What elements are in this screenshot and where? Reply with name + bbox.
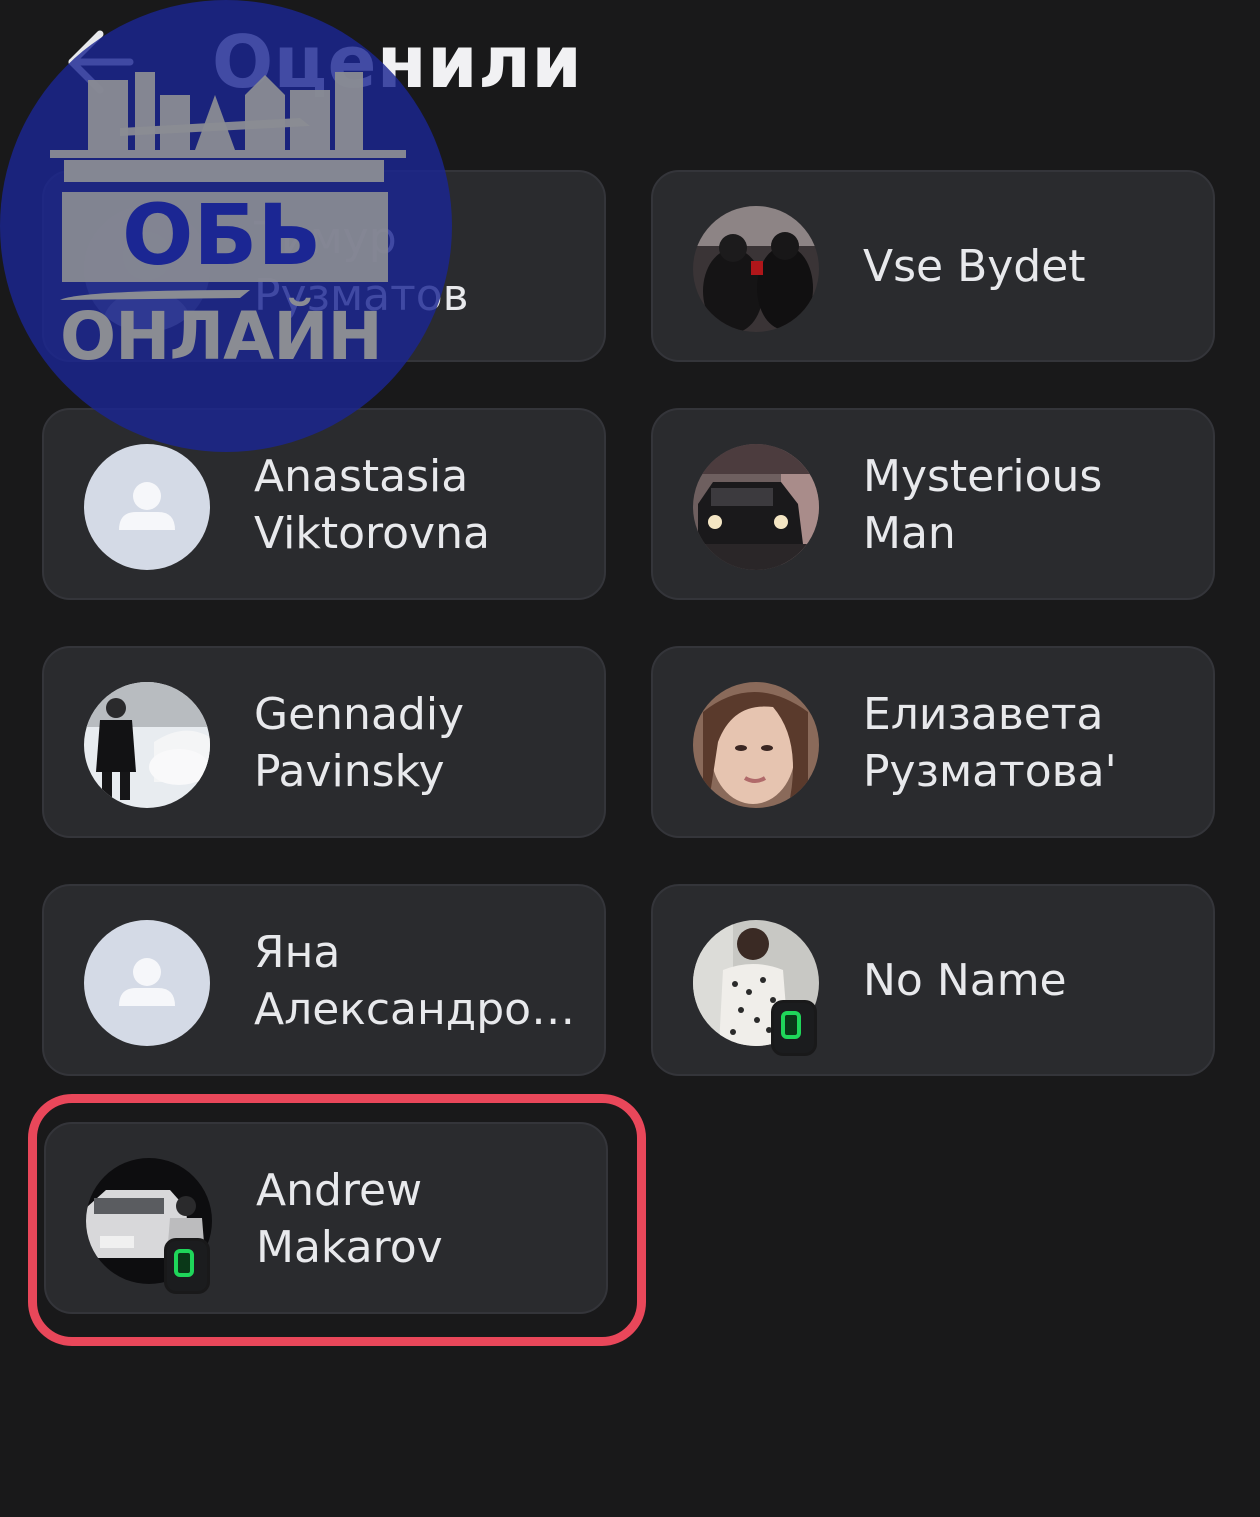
avatar <box>84 920 210 1046</box>
avatar <box>693 682 819 808</box>
online-mobile-icon <box>771 1000 817 1056</box>
back-arrow-icon <box>68 30 134 94</box>
user-first-name: Яна <box>254 927 341 978</box>
user-first-name: Vse Bydet <box>863 241 1086 292</box>
user-card-timur[interactable]: Тимур Рузматов <box>42 170 606 362</box>
user-card-no-name[interactable]: No Name <box>651 884 1215 1076</box>
user-first-name: Елизавета <box>863 689 1104 740</box>
header: Оценили <box>0 0 1260 130</box>
user-last-name: Pavinsky <box>254 746 445 797</box>
user-name: Тимур Рузматов <box>254 210 580 324</box>
default-avatar-icon <box>84 444 210 570</box>
user-last-name: Man <box>863 508 956 559</box>
user-card-anastasia[interactable]: Anastasia Viktorovna <box>42 408 606 600</box>
user-name: Vse Bydet <box>863 238 1189 295</box>
user-last-name: Рузматова' <box>863 746 1117 797</box>
user-first-name: Anastasia <box>254 451 469 502</box>
avatar <box>693 206 819 332</box>
user-last-name: Viktorovna <box>254 508 490 559</box>
avatar <box>84 682 210 808</box>
user-name: No Name <box>863 952 1189 1009</box>
user-first-name: Тимур <box>254 213 397 264</box>
user-first-name: No Name <box>863 955 1067 1006</box>
user-first-name: Gennadiy <box>254 689 465 740</box>
page-title: Оценили <box>212 20 583 104</box>
user-last-name: Рузматов <box>254 270 469 321</box>
user-card-elizaveta[interactable]: Елизавета Рузматова' <box>651 646 1215 838</box>
user-card-gennadiy[interactable]: Gennadiy Pavinsky <box>42 646 606 838</box>
highlight-frame <box>28 1094 646 1346</box>
user-name: Mysterious Man <box>863 448 1189 562</box>
user-card-mysterious-man[interactable]: Mysterious Man <box>651 408 1215 600</box>
user-card-vse-bydet[interactable]: Vse Bydet <box>651 170 1215 362</box>
user-card-yana[interactable]: Яна Александро… <box>42 884 606 1076</box>
user-name: Anastasia Viktorovna <box>254 448 580 562</box>
user-name: Gennadiy Pavinsky <box>254 686 580 800</box>
avatar <box>84 444 210 570</box>
user-first-name: Mysterious <box>863 451 1103 502</box>
user-name: Елизавета Рузматова' <box>863 686 1189 800</box>
avatar <box>84 206 210 332</box>
user-name: Яна Александро… <box>254 924 580 1038</box>
avatar <box>693 444 819 570</box>
back-button[interactable] <box>60 22 140 102</box>
user-last-name: Александро… <box>254 984 576 1035</box>
default-avatar-icon <box>84 920 210 1046</box>
